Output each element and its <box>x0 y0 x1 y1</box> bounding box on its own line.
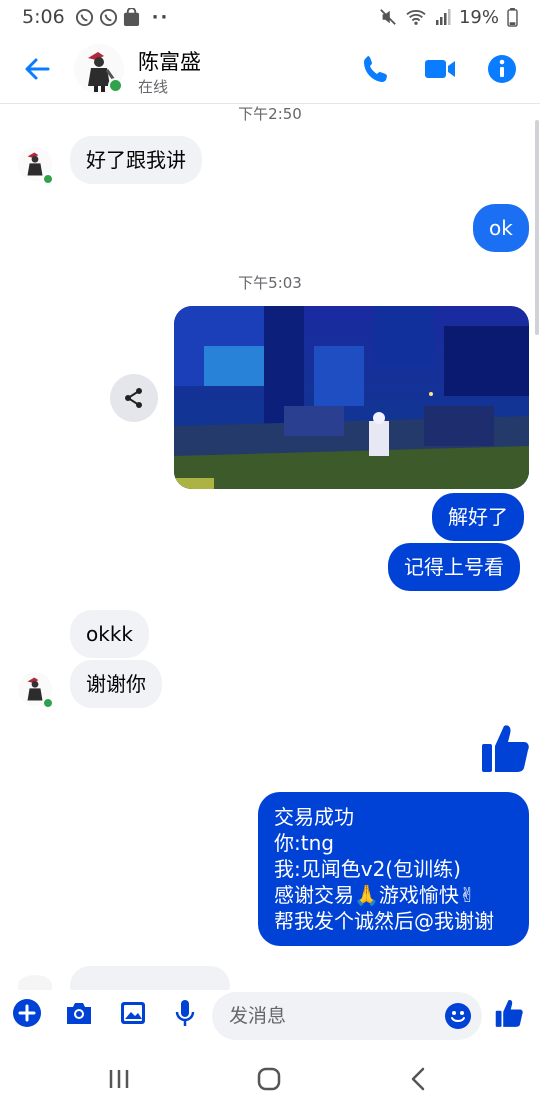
status-bar: 5:06 ·· 19% <box>0 0 540 34</box>
recent-apps-icon[interactable] <box>104 1064 134 1094</box>
message-bubble-outgoing[interactable]: 解好了 <box>432 493 524 541</box>
thumbs-up-send-icon[interactable] <box>494 998 524 1028</box>
message-bubble-outgoing[interactable]: 记得上号看 <box>388 543 520 591</box>
shop-icon <box>123 7 139 26</box>
conversation-header: 陈富盛 在线 <box>0 34 540 104</box>
scroll-indicator[interactable] <box>535 120 539 335</box>
wifi-icon <box>406 10 426 25</box>
microphone-icon[interactable] <box>170 998 200 1028</box>
share-button[interactable] <box>110 374 158 422</box>
game-screenshot-image <box>174 306 529 489</box>
plus-icon[interactable] <box>12 998 42 1028</box>
message-bubble-incoming[interactable]: 好了跟我讲 <box>70 136 202 184</box>
battery-icon <box>507 7 518 27</box>
video-call-icon[interactable] <box>423 53 457 85</box>
share-icon <box>125 388 142 408</box>
message-line: 你:tng <box>274 831 334 855</box>
message-input[interactable] <box>212 992 482 1040</box>
phone-call-icon[interactable] <box>360 53 392 85</box>
online-indicator <box>108 78 123 93</box>
whatsapp-icon <box>75 8 93 26</box>
notification-icons <box>75 7 140 27</box>
home-icon[interactable] <box>254 1064 284 1094</box>
mute-icon <box>380 9 396 25</box>
status-time: 5:06 <box>22 6 65 28</box>
gallery-icon[interactable] <box>118 998 148 1028</box>
back-arrow-icon[interactable] <box>22 54 52 84</box>
message-timestamp: 下午5:03 <box>238 274 302 292</box>
online-indicator <box>42 697 54 709</box>
message-bubble-incoming[interactable]: okkk <box>70 610 149 658</box>
online-indicator <box>42 173 54 185</box>
contact-status: 在线 <box>138 78 169 96</box>
image-message[interactable] <box>174 306 529 489</box>
camera-icon[interactable] <box>64 998 94 1028</box>
message-composer <box>0 990 540 1042</box>
message-timestamp: 下午2:50 <box>238 105 302 123</box>
message-line: 感谢交易🙏游戏愉快✌ <box>274 883 476 907</box>
battery-percent: 19% <box>458 6 499 28</box>
back-nav-icon[interactable] <box>404 1064 434 1094</box>
thumbs-up-sticker-icon[interactable] <box>480 722 530 774</box>
message-line: 帮我发个诚然后@我谢谢 <box>274 909 494 933</box>
message-bubble-outgoing[interactable]: ok <box>473 204 529 252</box>
info-icon[interactable] <box>486 53 518 85</box>
system-navigation-bar <box>0 1048 540 1110</box>
contact-name[interactable]: 陈富盛 <box>138 46 201 76</box>
message-bubble-incoming[interactable]: 谢谢你 <box>70 660 162 708</box>
message-bubble-outgoing-multiline[interactable]: 交易成功 你:tng 我:见闻色v2(包训练) 感谢交易🙏游戏愉快✌ 帮我发个诚… <box>258 792 529 946</box>
message-line: 交易成功 <box>274 805 354 829</box>
emoji-icon[interactable] <box>444 1002 472 1030</box>
message-line: 我:见闻色v2(包训练) <box>274 857 461 881</box>
more-notifications-indicator: ·· <box>151 6 170 28</box>
signal-icon <box>435 9 451 25</box>
whatsapp-icon <box>99 8 117 26</box>
